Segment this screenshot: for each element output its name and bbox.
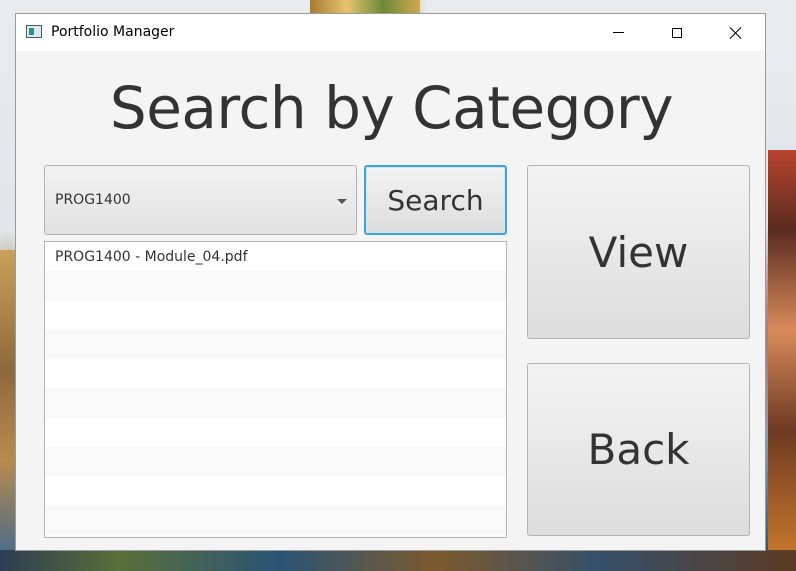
results-list[interactable]: PROG1400 - Module_04.pdf bbox=[44, 241, 507, 538]
list-item-empty bbox=[45, 300, 506, 330]
search-button[interactable]: Search bbox=[364, 165, 507, 235]
maximize-button[interactable] bbox=[648, 14, 706, 51]
portfolio-manager-window: Portfolio Manager Search by Category PRO… bbox=[15, 13, 766, 551]
chevron-down-icon bbox=[337, 199, 347, 204]
desktop-wallpaper-right bbox=[768, 150, 796, 550]
list-item-empty bbox=[45, 505, 506, 535]
close-icon bbox=[729, 26, 743, 40]
app-window-icon bbox=[26, 25, 42, 38]
maximize-icon bbox=[672, 27, 682, 38]
minimize-icon bbox=[612, 32, 624, 33]
desktop-wallpaper-top bbox=[310, 0, 420, 13]
close-button[interactable] bbox=[707, 14, 765, 51]
category-dropdown[interactable]: PROG1400 bbox=[44, 165, 357, 235]
window-title: Portfolio Manager bbox=[51, 24, 175, 40]
list-item-empty bbox=[45, 271, 506, 301]
minimize-button[interactable] bbox=[589, 14, 647, 51]
title-bar[interactable]: Portfolio Manager bbox=[16, 14, 765, 51]
desktop-wallpaper-bottom bbox=[0, 550, 796, 571]
list-item-empty bbox=[45, 388, 506, 418]
list-item-empty bbox=[45, 417, 506, 448]
back-button[interactable]: Back bbox=[527, 363, 750, 536]
view-button[interactable]: View bbox=[527, 165, 750, 339]
category-dropdown-value: PROG1400 bbox=[55, 192, 131, 208]
desktop-wallpaper-left bbox=[0, 250, 16, 550]
page-title: Search by Category bbox=[109, 74, 674, 142]
list-item-empty bbox=[45, 329, 506, 360]
list-item-empty bbox=[45, 476, 506, 506]
list-item-empty bbox=[45, 447, 506, 477]
list-item-empty bbox=[45, 359, 506, 389]
list-item[interactable]: PROG1400 - Module_04.pdf bbox=[45, 242, 506, 272]
